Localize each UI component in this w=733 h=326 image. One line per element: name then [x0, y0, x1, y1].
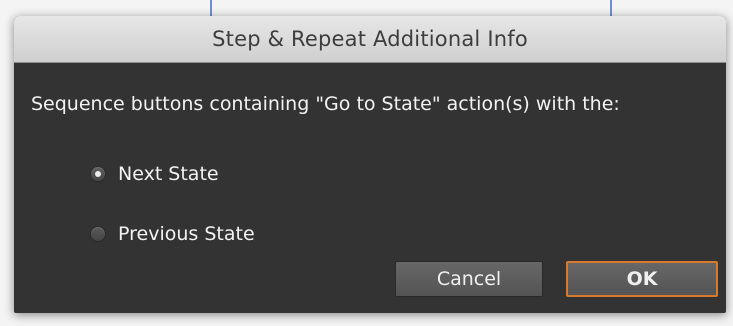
sequence-prompt: Sequence buttons containing "Go to State… [31, 93, 620, 115]
radio-label-previous-state: Previous State [118, 223, 255, 245]
dialog-title: Step & Repeat Additional Info [212, 27, 528, 51]
radio-button-icon[interactable] [90, 166, 106, 182]
cancel-button[interactable]: Cancel [395, 261, 543, 297]
radio-previous-state[interactable]: Previous State [90, 223, 255, 245]
dialog-content: Sequence buttons containing "Go to State… [14, 63, 726, 245]
ok-button[interactable]: OK [566, 261, 718, 297]
radio-label-next-state: Next State [118, 163, 219, 185]
step-repeat-dialog: Step & Repeat Additional Info Sequence b… [14, 16, 726, 313]
radio-button-icon[interactable] [90, 226, 106, 242]
dialog-titlebar[interactable]: Step & Repeat Additional Info [14, 16, 726, 63]
radio-next-state[interactable]: Next State [90, 163, 219, 185]
